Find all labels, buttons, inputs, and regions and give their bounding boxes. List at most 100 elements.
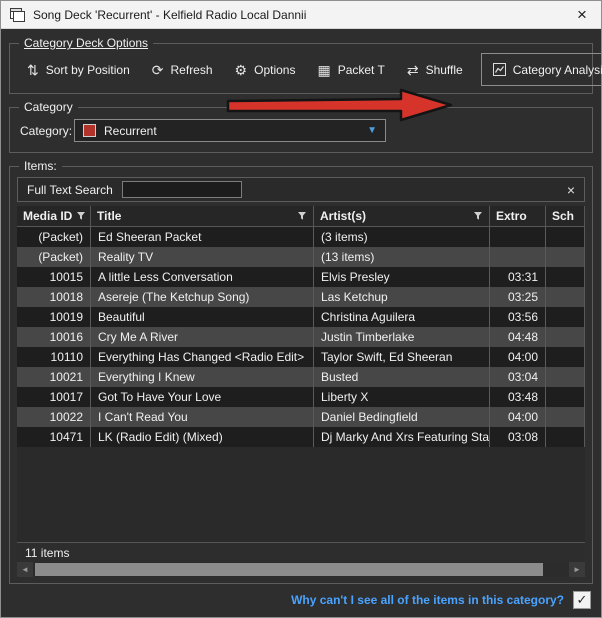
filter-icon[interactable] bbox=[473, 211, 483, 221]
cell-title: I Can't Read You bbox=[91, 407, 314, 427]
scrollbar-track[interactable] bbox=[33, 562, 569, 577]
table-row[interactable]: 10110 Everything Has Changed <Radio Edit… bbox=[17, 347, 585, 367]
cell-extro: 04:00 bbox=[490, 347, 546, 367]
cell-artist: Christina Aguilera bbox=[314, 307, 490, 327]
cell-extro: 04:48 bbox=[490, 327, 546, 347]
scroll-right-icon[interactable]: ► bbox=[569, 562, 585, 577]
category-dropdown[interactable]: Recurrent ▼ bbox=[74, 119, 386, 142]
title-bar: Song Deck 'Recurrent' - Kelfield Radio L… bbox=[1, 1, 601, 29]
status-bar: 11 items bbox=[17, 542, 585, 562]
cell-extro: 03:25 bbox=[490, 287, 546, 307]
cell-sch bbox=[546, 427, 585, 447]
items-table: Media ID Title Artist(s) Extro Sch (Pack… bbox=[17, 206, 585, 577]
category-field-label: Category: bbox=[20, 123, 73, 138]
group-label-items: Items: bbox=[24, 159, 57, 173]
cell-sch bbox=[546, 367, 585, 387]
refresh-icon: ⟳ bbox=[151, 61, 164, 78]
cell-title: Got To Have Your Love bbox=[91, 387, 314, 407]
refresh-label: Refresh bbox=[170, 62, 213, 77]
item-count: 11 items bbox=[25, 545, 70, 560]
packet-icon: ▦ bbox=[317, 61, 331, 78]
cell-extro: 03:56 bbox=[490, 307, 546, 327]
shuffle-button[interactable]: ⇄ Shuffle bbox=[396, 53, 474, 86]
cell-artist: Dj Marky And Xrs Featuring Stamina bbox=[314, 427, 490, 447]
cell-title: Beautiful bbox=[91, 307, 314, 327]
table-row[interactable]: (Packet) Ed Sheeran Packet (3 items) bbox=[17, 227, 585, 247]
chevron-down-icon: ▼ bbox=[367, 125, 377, 136]
table-row[interactable]: 10022 I Can't Read You Daniel Bedingfiel… bbox=[17, 407, 585, 427]
filter-icon[interactable] bbox=[76, 211, 86, 221]
packet-label: Packet T bbox=[337, 62, 385, 77]
cell-sch bbox=[546, 347, 585, 367]
cell-sch bbox=[546, 387, 585, 407]
group-label-deck-options: Category Deck Options bbox=[24, 36, 149, 50]
app-icon bbox=[10, 7, 25, 22]
cell-artist: Las Ketchup bbox=[314, 287, 490, 307]
refresh-button[interactable]: ⟳ Refresh bbox=[141, 53, 224, 86]
clear-search-icon[interactable]: × bbox=[558, 182, 584, 198]
table-row[interactable]: 10018 Asereje (The Ketchup Song) Las Ket… bbox=[17, 287, 585, 307]
column-header-media-id[interactable]: Media ID bbox=[17, 206, 91, 226]
table-row[interactable]: 10021 Everything I Knew Busted 03:04 bbox=[17, 367, 585, 387]
table-row[interactable]: 10019 Beautiful Christina Aguilera 03:56 bbox=[17, 307, 585, 327]
column-header-title[interactable]: Title bbox=[91, 206, 314, 226]
items-table-header: Media ID Title Artist(s) Extro Sch bbox=[17, 206, 585, 227]
deck-options-toolbar: ⇅ Sort by Position ⟳ Refresh ⚙ Options ▦… bbox=[16, 53, 602, 86]
cell-media-id: 10110 bbox=[17, 347, 91, 367]
cell-title: LK (Radio Edit) (Mixed) bbox=[91, 427, 314, 447]
scrollbar-thumb[interactable] bbox=[35, 563, 543, 576]
search-input[interactable] bbox=[121, 181, 242, 198]
shuffle-label: Shuffle bbox=[425, 62, 463, 77]
cell-title: Asereje (The Ketchup Song) bbox=[91, 287, 314, 307]
cell-media-id: 10471 bbox=[17, 427, 91, 447]
column-header-sch[interactable]: Sch bbox=[546, 206, 585, 226]
cell-sch bbox=[546, 407, 585, 427]
song-deck-window: Song Deck 'Recurrent' - Kelfield Radio L… bbox=[0, 0, 602, 618]
category-color-swatch bbox=[83, 124, 96, 137]
close-icon[interactable]: × bbox=[569, 3, 595, 27]
cell-extro: 04:00 bbox=[490, 407, 546, 427]
window-title: Song Deck 'Recurrent' - Kelfield Radio L… bbox=[33, 7, 307, 22]
items-group: Items: Full Text Search × Media ID Title bbox=[9, 159, 593, 584]
category-analysis-button[interactable]: Category Analysis bbox=[480, 53, 602, 86]
scroll-left-icon[interactable]: ◄ bbox=[17, 562, 33, 577]
items-help-link[interactable]: Why can't I see all of the items in this… bbox=[291, 593, 564, 607]
table-row[interactable]: 10017 Got To Have Your Love Liberty X 03… bbox=[17, 387, 585, 407]
sort-by-position-button[interactable]: ⇅ Sort by Position bbox=[16, 53, 141, 86]
category-analysis-label: Category Analysis bbox=[512, 62, 602, 77]
window-content: Category Deck Options ⇅ Sort by Position… bbox=[1, 29, 602, 617]
cell-media-id: 10021 bbox=[17, 367, 91, 387]
footer-bar: Why can't I see all of the items in this… bbox=[1, 587, 601, 613]
table-row[interactable]: 10016 Cry Me A River Justin Timberlake 0… bbox=[17, 327, 585, 347]
cell-artist: Elvis Presley bbox=[314, 267, 490, 287]
cell-extro: 03:04 bbox=[490, 367, 546, 387]
cell-media-id: 10019 bbox=[17, 307, 91, 327]
search-bar: Full Text Search × bbox=[17, 177, 585, 202]
shuffle-icon: ⇄ bbox=[406, 61, 419, 78]
filter-icon[interactable] bbox=[297, 211, 307, 221]
cell-extro bbox=[490, 227, 546, 247]
cell-media-id: 10022 bbox=[17, 407, 91, 427]
cell-media-id: 10017 bbox=[17, 387, 91, 407]
options-button[interactable]: ⚙ Options bbox=[224, 53, 307, 86]
column-header-artists[interactable]: Artist(s) bbox=[314, 206, 490, 226]
table-row[interactable]: 10471 LK (Radio Edit) (Mixed) Dj Marky A… bbox=[17, 427, 585, 447]
cell-extro bbox=[490, 247, 546, 267]
cell-title: Ed Sheeran Packet bbox=[91, 227, 314, 247]
cell-title: Everything Has Changed <Radio Edit> bbox=[91, 347, 314, 367]
cell-media-id: 10016 bbox=[17, 327, 91, 347]
cell-title: Reality TV bbox=[91, 247, 314, 267]
cell-media-id: (Packet) bbox=[17, 247, 91, 267]
cell-artist: (13 items) bbox=[314, 247, 490, 267]
packet-button[interactable]: ▦ Packet T bbox=[306, 53, 395, 86]
column-header-extro[interactable]: Extro bbox=[490, 206, 546, 226]
category-deck-options-group: Category Deck Options ⇅ Sort by Position… bbox=[9, 36, 602, 94]
horizontal-scrollbar[interactable]: ◄ ► bbox=[17, 562, 585, 577]
cell-sch bbox=[546, 227, 585, 247]
cell-artist: Liberty X bbox=[314, 387, 490, 407]
table-row[interactable]: (Packet) Reality TV (13 items) bbox=[17, 247, 585, 267]
checkmark-box-icon[interactable]: ✓ bbox=[573, 591, 591, 609]
cell-media-id: (Packet) bbox=[17, 227, 91, 247]
table-row[interactable]: 10015 A little Less Conversation Elvis P… bbox=[17, 267, 585, 287]
cell-artist: (3 items) bbox=[314, 227, 490, 247]
